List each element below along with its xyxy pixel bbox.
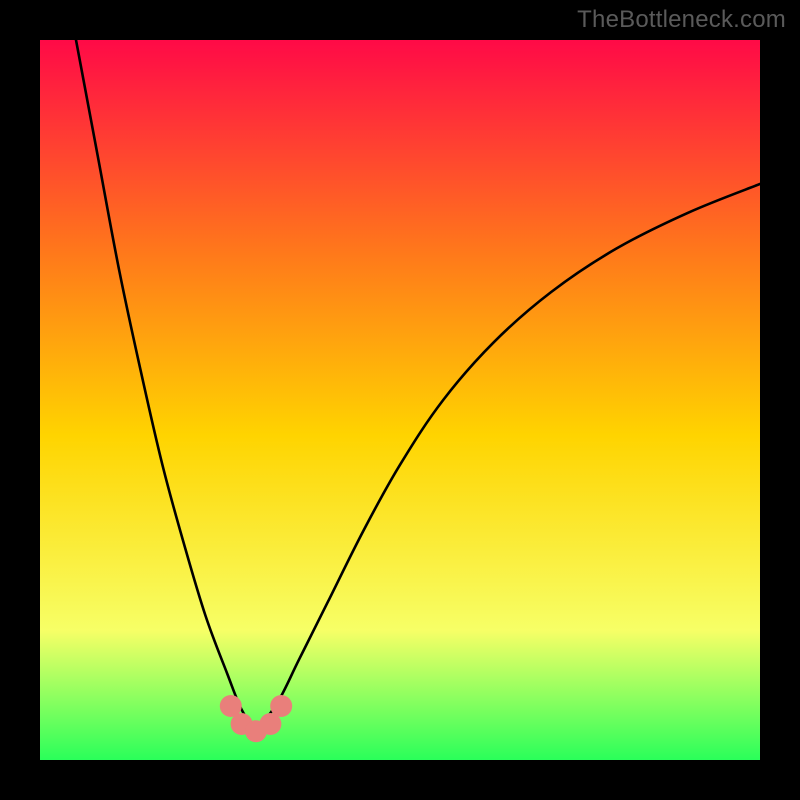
trough-marker — [270, 695, 292, 717]
bottleneck-curve-chart — [40, 40, 760, 760]
attribution-text: TheBottleneck.com — [577, 6, 786, 34]
chart-container: TheBottleneck.com — [0, 0, 800, 800]
